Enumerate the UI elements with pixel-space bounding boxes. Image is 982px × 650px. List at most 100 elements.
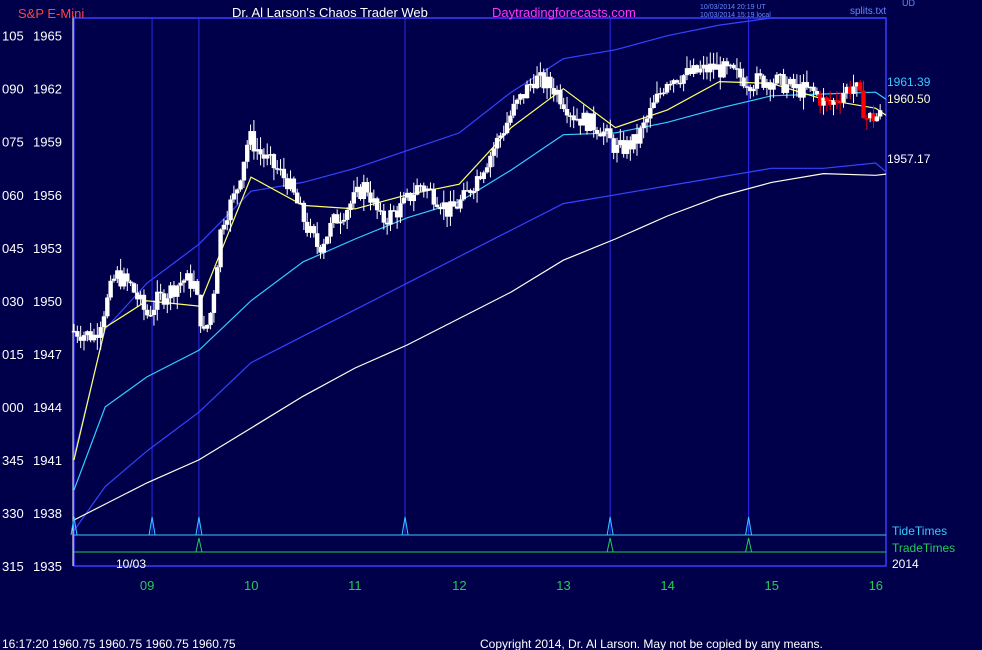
- candle-body: [458, 199, 463, 209]
- candle-body: [451, 201, 456, 207]
- candle-body: [381, 210, 387, 223]
- candle-body: [841, 93, 846, 103]
- candle-body: [498, 135, 503, 138]
- candle-body: [494, 137, 500, 149]
- candle-body: [258, 149, 263, 155]
- left-tick-label: 105: [2, 29, 24, 44]
- candle-body: [501, 133, 506, 136]
- day-tick-label: 10: [244, 578, 258, 593]
- day-tick-label: 14: [660, 578, 674, 593]
- candle-body: [591, 113, 596, 131]
- candle-body: [158, 291, 163, 294]
- candle-body: [594, 130, 600, 134]
- candle-body: [561, 104, 566, 110]
- price-tick-label: 1941: [33, 453, 62, 468]
- candle-body: [534, 75, 540, 89]
- candle-body: [484, 167, 490, 173]
- candle-body: [151, 309, 157, 316]
- candle-body: [228, 199, 233, 221]
- day-tick-label: 11: [348, 578, 362, 593]
- price-tick-label: 1962: [33, 82, 62, 97]
- candle-body: [128, 281, 133, 284]
- candle-body: [504, 122, 510, 134]
- candle-body: [608, 128, 613, 139]
- candle-body: [181, 280, 187, 283]
- candle-body: [524, 84, 530, 99]
- candle-body: [271, 154, 277, 169]
- candle-body: [314, 233, 320, 247]
- candle-body: [751, 88, 756, 92]
- candle-body: [238, 180, 243, 190]
- candle-body: [654, 93, 660, 103]
- price-tick-label: 1956: [33, 188, 62, 203]
- candle-body: [321, 243, 327, 253]
- candle-body: [281, 168, 287, 179]
- candle-body: [344, 210, 350, 220]
- candle-body: [601, 131, 606, 137]
- candle-body: [511, 103, 516, 116]
- splits-label: splits.txt: [850, 6, 886, 17]
- candle-body: [674, 80, 680, 83]
- candle-body: [215, 267, 220, 294]
- candle-body: [225, 220, 230, 225]
- candle-body: [75, 331, 80, 337]
- timestamp-local: 10/03/2014 15:19 local: [700, 12, 771, 19]
- candle-body: [245, 144, 250, 162]
- candle-body: [195, 281, 200, 295]
- left-tick-label: 015: [2, 347, 24, 362]
- candle-body: [681, 75, 686, 84]
- left-tick-label: 000: [2, 400, 24, 415]
- candle-body: [774, 74, 780, 84]
- left-tick-label: 060: [2, 188, 24, 203]
- candle-body: [508, 115, 513, 123]
- candle-body: [411, 194, 416, 202]
- candle-body: [141, 294, 147, 310]
- candle-body: [864, 118, 870, 120]
- candle-body: [564, 109, 570, 116]
- candle-body: [784, 84, 790, 93]
- day-tick-label: 12: [452, 578, 466, 593]
- copyright: Copyright 2014, Dr. Al Larson. May not b…: [480, 637, 823, 650]
- candle-body: [471, 191, 476, 194]
- date-label: 10/03: [116, 557, 146, 571]
- chart-canvas: 105 1965 090 1962 075 1959 060 1956 045 1953 030 19…: [0, 0, 982, 650]
- candle-body: [101, 316, 107, 328]
- candle-body: [111, 278, 117, 281]
- candle-body: [241, 161, 247, 181]
- tide-times-label: TideTimes: [892, 524, 947, 538]
- day-tick-label: 15: [764, 578, 778, 593]
- candle-body: [668, 83, 673, 86]
- candle-body: [814, 91, 820, 95]
- candle-body: [431, 189, 436, 205]
- candle-body: [558, 89, 563, 105]
- day-tick-label: 09: [140, 578, 154, 593]
- candle-body: [491, 148, 496, 156]
- day-tick-label: 13: [556, 578, 570, 593]
- candle-body: [351, 192, 357, 204]
- candle-body: [324, 236, 330, 244]
- candle-body: [291, 178, 297, 193]
- candle-body: [481, 172, 486, 180]
- candle-body: [301, 202, 307, 222]
- year-label: 2014: [892, 557, 919, 571]
- candle-body: [131, 283, 137, 293]
- white-last-value: 1957.17: [887, 152, 931, 166]
- candle-body: [877, 110, 883, 117]
- left-tick-label: 030: [2, 294, 24, 309]
- candle-body: [861, 90, 866, 119]
- candle-body: [434, 204, 440, 208]
- candle-body: [218, 229, 223, 268]
- candle-body: [338, 221, 343, 224]
- price-tick-label: 1935: [33, 559, 62, 574]
- candle-body: [661, 92, 666, 95]
- candle-body: [125, 273, 130, 282]
- candle-body: [388, 210, 393, 225]
- price-tick-label: 1965: [33, 29, 62, 44]
- price-tick-label: 1938: [33, 506, 62, 521]
- left-tick-label: 090: [2, 82, 24, 97]
- candle-body: [731, 64, 736, 69]
- candle-body: [771, 83, 776, 90]
- candle-body: [851, 86, 856, 94]
- price-tick-label: 1947: [33, 347, 62, 362]
- day-tick-label: 16: [869, 578, 883, 593]
